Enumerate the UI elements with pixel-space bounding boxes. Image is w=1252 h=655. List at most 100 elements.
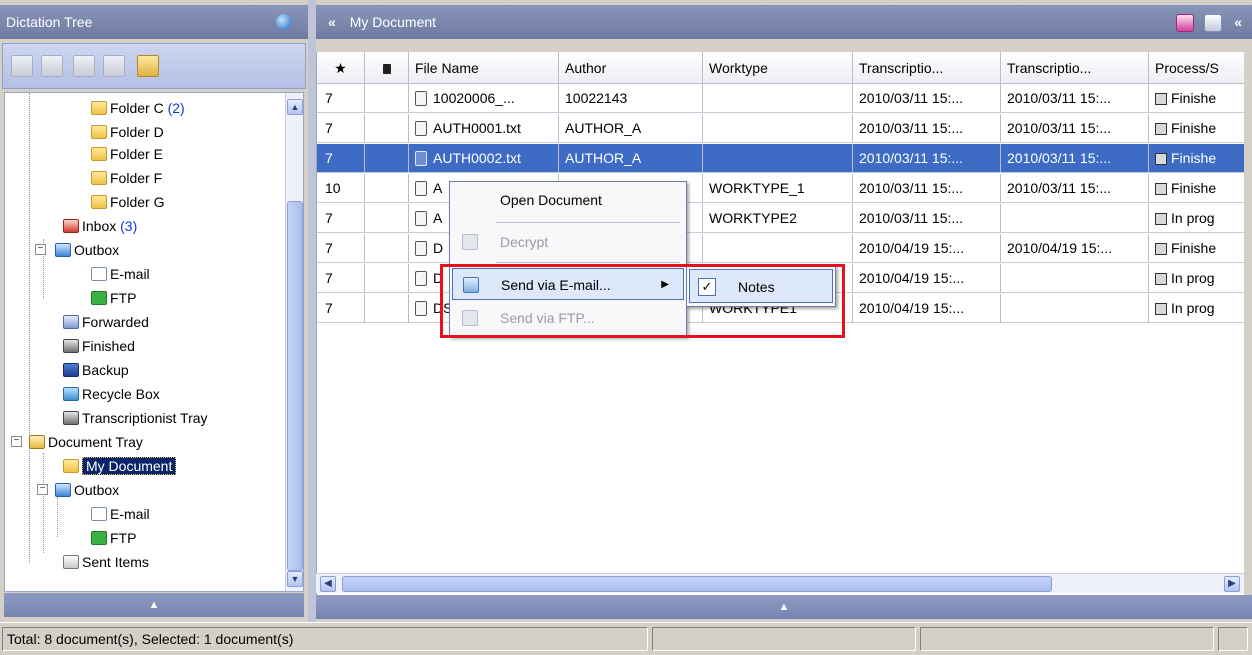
cell-t2 bbox=[1001, 294, 1149, 322]
cell-worktype bbox=[703, 84, 853, 112]
collapse-document-tray-toggle[interactable]: − bbox=[11, 436, 22, 447]
tree-item-document-tray[interactable]: Document Tray bbox=[29, 431, 143, 453]
folder-settings-icon[interactable] bbox=[137, 55, 159, 77]
collapse-up-icon[interactable]: ▲ bbox=[149, 599, 160, 611]
tree-item-finished[interactable]: Finished bbox=[63, 335, 135, 357]
menu-separator bbox=[496, 222, 680, 223]
check-icon: ✓ bbox=[698, 278, 716, 296]
cell-t1: 2010/03/11 15:... bbox=[853, 144, 1001, 172]
cell-text: 7 bbox=[325, 300, 333, 316]
table-horizontal-scrollbar[interactable]: ◀ ▶ bbox=[316, 573, 1244, 593]
column-header-transcription-2[interactable]: Transcriptio... bbox=[1001, 52, 1149, 83]
column-header-process-status[interactable]: Process/S bbox=[1149, 52, 1244, 83]
cell-text: 2010/03/11 15:... bbox=[1007, 180, 1112, 196]
left-pane-collapse-bar[interactable]: ▲ bbox=[4, 593, 304, 617]
folder-icon bbox=[91, 101, 107, 115]
submenu-item-notes[interactable]: ✓ Notes bbox=[689, 269, 833, 303]
tree-item-outbox-email[interactable]: E-mail bbox=[91, 263, 150, 285]
scroll-left-icon[interactable]: ◀ bbox=[320, 576, 336, 592]
add-subfolder-icon[interactable] bbox=[41, 55, 63, 77]
cell-author: AUTHOR_A bbox=[559, 144, 703, 172]
cell-text: AUTHOR_A bbox=[565, 120, 642, 136]
column-header-worktype[interactable]: Worktype bbox=[703, 52, 853, 83]
outbox-icon bbox=[55, 483, 71, 497]
cell-t1: 2010/03/11 15:... bbox=[853, 84, 1001, 112]
cell-text: D bbox=[433, 240, 444, 256]
cell-text: 2010/04/19 15:... bbox=[859, 270, 965, 286]
cell-text: 2010/03/11 15:... bbox=[859, 210, 964, 226]
scrollbar-thumb[interactable] bbox=[342, 576, 1052, 592]
menu-item-decrypt[interactable]: Decrypt bbox=[452, 226, 684, 258]
tree-item-recycle-box[interactable]: Recycle Box bbox=[63, 383, 160, 405]
document-icon bbox=[415, 151, 427, 166]
tree-item-outbox-2-email[interactable]: E-mail bbox=[91, 503, 150, 525]
tree-vertical-scrollbar[interactable]: ▲ ▼ bbox=[285, 93, 303, 591]
spellcheck-off-icon[interactable] bbox=[1204, 14, 1223, 33]
menu-item-open-document[interactable]: Open Document bbox=[452, 184, 684, 216]
tree-item-outbox-ftp[interactable]: FTP bbox=[91, 287, 136, 309]
tree-item-folder-c[interactable]: Folder C (2) bbox=[91, 97, 185, 119]
tree-item-outbox-2-ftp[interactable]: FTP bbox=[91, 527, 136, 549]
tree-item-inbox[interactable]: Inbox (3) bbox=[63, 215, 137, 237]
table-row[interactable]: 7 10020006_... 10022143 2010/03/11 15:... 20… bbox=[317, 84, 1244, 113]
pane-splitter[interactable] bbox=[308, 0, 316, 622]
cell-priority: 7 bbox=[317, 84, 365, 112]
tree-item-backup[interactable]: Backup bbox=[63, 359, 129, 381]
inbox-icon bbox=[63, 219, 79, 233]
menu-item-send-via-email[interactable]: Send via E-mail... ▶ bbox=[452, 268, 684, 300]
tree-item-sent-items[interactable]: Sent Items bbox=[63, 551, 149, 573]
scroll-up-icon[interactable]: ▲ bbox=[287, 99, 303, 115]
scroll-down-icon[interactable]: ▼ bbox=[287, 571, 303, 587]
context-menu: Open Document Decrypt Send via E-mail...… bbox=[449, 181, 687, 337]
collapse-left-icon[interactable]: « bbox=[328, 14, 336, 30]
tree-item-forwarded[interactable]: Forwarded bbox=[63, 311, 149, 333]
cell-text: 2010/03/11 15:... bbox=[1007, 120, 1112, 136]
tree-item-folder-f[interactable]: Folder F bbox=[91, 167, 162, 189]
cell-lock bbox=[365, 114, 409, 142]
cell-text: WORKTYPE_1 bbox=[709, 180, 805, 196]
right-pane-collapse-bar[interactable]: ▲ bbox=[316, 595, 1252, 619]
tree-item-folder-e[interactable]: Folder E bbox=[91, 143, 163, 165]
new-folder-icon[interactable] bbox=[11, 55, 33, 77]
collapse-right-icon[interactable]: « bbox=[1234, 14, 1242, 30]
table-row[interactable]: 7 AUTH0002.txt AUTHOR_A 2010/03/11 15:... 20… bbox=[317, 144, 1244, 173]
submenu-arrow-icon: ▶ bbox=[661, 279, 669, 290]
column-header-file-name[interactable]: File Name bbox=[409, 52, 559, 83]
resize-grip-icon[interactable] bbox=[1218, 627, 1248, 651]
forwarded-icon bbox=[63, 315, 79, 329]
cell-text: 2010/03/11 15:... bbox=[1007, 90, 1112, 106]
filter-off-icon[interactable] bbox=[1176, 14, 1195, 33]
menu-item-send-via-ftp[interactable]: Send via FTP... bbox=[452, 302, 684, 334]
delete-folder-icon[interactable] bbox=[103, 55, 125, 77]
cell-author: 10022143 bbox=[559, 84, 703, 112]
cell-lock bbox=[365, 204, 409, 232]
cell-text: 7 bbox=[325, 210, 333, 226]
tree-item-transcriptionist-tray[interactable]: Transcriptionist Tray bbox=[63, 407, 208, 429]
cell-text: 10020006_... bbox=[433, 90, 515, 106]
column-header-author[interactable]: Author bbox=[559, 52, 703, 83]
tree-item-folder-d[interactable]: Folder D bbox=[91, 121, 164, 143]
folder-open-icon bbox=[63, 459, 79, 473]
cell-text: A bbox=[433, 180, 443, 196]
collapse-outbox-toggle[interactable]: − bbox=[35, 244, 46, 255]
cell-text: Finishe bbox=[1171, 90, 1217, 106]
collapse-up-icon[interactable]: ▲ bbox=[779, 601, 790, 613]
cell-text: 7 bbox=[325, 150, 333, 166]
cell-worktype bbox=[703, 144, 853, 172]
cell-worktype: WORKTYPE_1 bbox=[703, 174, 853, 202]
column-header-priority[interactable]: ★ bbox=[317, 52, 365, 83]
tree-item-folder-g[interactable]: Folder G bbox=[91, 191, 164, 213]
column-header-lock[interactable] bbox=[365, 52, 409, 83]
scroll-right-icon[interactable]: ▶ bbox=[1224, 576, 1240, 592]
globe-icon[interactable] bbox=[276, 14, 292, 30]
status-panel-2 bbox=[652, 627, 916, 651]
table-row[interactable]: 7 AUTH0001.txt AUTHOR_A 2010/03/11 15:... 20… bbox=[317, 114, 1244, 143]
folder-properties-icon[interactable] bbox=[73, 55, 95, 77]
tree-item-my-document[interactable]: My Document bbox=[63, 455, 177, 477]
column-header-transcription-1[interactable]: Transcriptio... bbox=[853, 52, 1001, 83]
status-icon bbox=[1155, 243, 1167, 255]
tree-item-outbox[interactable]: Outbox bbox=[55, 239, 119, 261]
scrollbar-thumb[interactable] bbox=[287, 201, 303, 571]
tree-item-outbox-2[interactable]: Outbox bbox=[55, 479, 119, 501]
collapse-outbox-2-toggle[interactable]: − bbox=[37, 484, 48, 495]
